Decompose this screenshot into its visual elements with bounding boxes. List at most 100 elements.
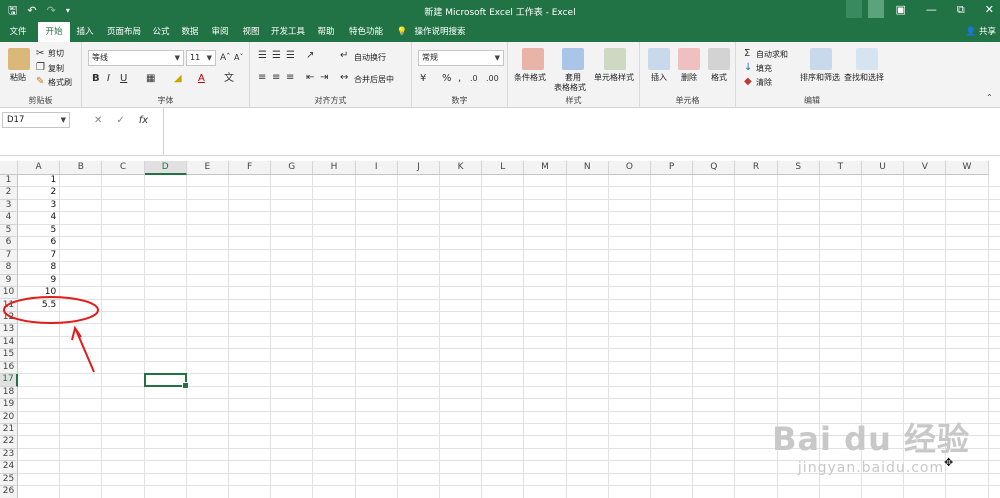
align-left-icon[interactable]: ≡ [258, 72, 266, 84]
row-header-4[interactable]: 4 [0, 212, 18, 225]
decrease-indent-icon[interactable]: ⇤ [306, 72, 314, 84]
column-header-n[interactable]: N [566, 161, 609, 175]
sort-filter-icon[interactable] [810, 48, 832, 70]
column-header-t[interactable]: T [819, 161, 862, 175]
percent-icon[interactable]: % [442, 73, 452, 85]
tab-formulas[interactable]: 公式 [148, 22, 174, 42]
row-header-8[interactable]: 8 [0, 262, 18, 275]
currency-icon[interactable]: ¥ [420, 73, 426, 85]
enter-check-icon[interactable]: ✓ [116, 115, 124, 126]
cell-a9[interactable]: 9 [18, 275, 56, 287]
column-header-b[interactable]: B [60, 161, 103, 175]
format-table-icon[interactable] [562, 48, 584, 70]
comma-style-icon[interactable]: , [458, 73, 461, 85]
row-header-15[interactable]: 15 [0, 349, 18, 362]
paste-button-label[interactable]: 粘贴 [10, 72, 26, 83]
minimize-icon[interactable]: — [926, 3, 937, 17]
row-header-17[interactable]: 17 [0, 374, 18, 387]
row-header-9[interactable]: 9 [0, 274, 18, 288]
italic-icon[interactable]: I [107, 73, 110, 85]
autosum-button[interactable]: 自动求和 [756, 49, 788, 60]
cell-a8[interactable]: 8 [18, 262, 56, 274]
row-header-23[interactable]: 23 [0, 448, 18, 462]
align-top-icon[interactable]: ☰ [258, 50, 267, 62]
row-header-19[interactable]: 19 [0, 399, 18, 412]
cell-styles-button[interactable]: 单元格样式 [594, 72, 634, 83]
tab-help[interactable]: 帮助 [313, 22, 339, 42]
align-right-icon[interactable]: ≡ [286, 72, 294, 84]
bold-icon[interactable]: B [92, 73, 100, 85]
cell-a2[interactable]: 2 [18, 187, 56, 199]
font-color-icon[interactable]: A [198, 73, 205, 85]
number-format-select[interactable]: 常规 ▼ [418, 50, 504, 66]
wrap-text-button[interactable]: 自动换行 [354, 52, 386, 63]
column-header-e[interactable]: E [186, 161, 229, 175]
row-header-3[interactable]: 3 [0, 199, 18, 213]
font-name-select[interactable]: 等线 ▼ [88, 50, 184, 66]
tell-me-search[interactable]: 操作说明搜索 [412, 22, 468, 42]
cancel-icon[interactable]: ✕ [94, 115, 102, 126]
font-size-select[interactable]: 11 ▼ [186, 50, 216, 66]
column-header-k[interactable]: K [440, 161, 483, 175]
column-header-j[interactable]: J [397, 161, 440, 175]
format-cells-button[interactable]: 格式 [711, 72, 727, 83]
close-icon[interactable]: ✕ [985, 3, 994, 17]
tab-developer[interactable]: 开发工具 [268, 22, 308, 42]
align-center-icon[interactable]: ≡ [272, 72, 280, 84]
cell-styles-icon[interactable] [604, 48, 626, 70]
tab-insert[interactable]: 插入 [72, 22, 98, 42]
row-header-22[interactable]: 22 [0, 436, 18, 449]
tab-special-features[interactable]: 特色功能 [344, 22, 388, 42]
delete-cells-icon[interactable] [678, 48, 700, 70]
find-select-button[interactable]: 查找和选择 [844, 72, 884, 83]
underline-icon[interactable]: U [120, 73, 127, 85]
column-header-f[interactable]: F [229, 161, 272, 175]
row-header-16[interactable]: 16 [0, 361, 18, 375]
row-header-21[interactable]: 21 [0, 424, 18, 437]
row-header-10[interactable]: 10 [0, 287, 18, 300]
row-header-7[interactable]: 7 [0, 249, 18, 263]
orientation-icon[interactable]: ↗ [306, 50, 314, 62]
column-header-i[interactable]: I [355, 161, 398, 175]
cell-a6[interactable]: 6 [18, 237, 56, 249]
cut-button[interactable]: 剪切 [48, 48, 64, 59]
tab-data[interactable]: 数据 [177, 22, 203, 42]
cell-a10[interactable]: 10 [18, 287, 56, 299]
insert-cells-icon[interactable] [648, 48, 670, 70]
row-header-6[interactable]: 6 [0, 237, 18, 250]
row-header-26[interactable]: 26 [0, 486, 18, 498]
row-header-11[interactable]: 11 [0, 299, 18, 312]
name-box[interactable]: D17 ▼ [2, 112, 70, 128]
select-all-corner[interactable] [0, 161, 18, 175]
format-painter-button[interactable]: 格式刷 [48, 77, 72, 88]
find-select-icon[interactable] [856, 48, 878, 70]
column-header-g[interactable]: G [271, 161, 314, 175]
restore-icon[interactable]: ⧉ [957, 3, 965, 17]
cell-a11[interactable]: 5.5 [18, 300, 56, 312]
row-header-13[interactable]: 13 [0, 324, 18, 337]
sort-filter-button[interactable]: 排序和筛选 [800, 72, 840, 83]
row-header-25[interactable]: 25 [0, 473, 18, 487]
delete-cells-button[interactable]: 删除 [681, 72, 697, 83]
increase-indent-icon[interactable]: ⇥ [320, 72, 328, 84]
share-button[interactable]: 👤 共享 [966, 22, 996, 42]
cell-a3[interactable]: 3 [18, 200, 56, 212]
column-header-h[interactable]: H [313, 161, 356, 175]
fill-button[interactable]: 填充 [756, 63, 772, 74]
cell-a4[interactable]: 4 [18, 212, 56, 224]
increase-decimal-icon[interactable]: .0 [470, 73, 478, 85]
row-header-14[interactable]: 14 [0, 336, 18, 350]
format-table-button-line2[interactable]: 表格格式 [554, 82, 586, 93]
clear-button[interactable]: 清除 [756, 77, 772, 88]
column-header-r[interactable]: R [735, 161, 778, 175]
column-header-u[interactable]: U [862, 161, 905, 175]
column-header-w[interactable]: W [946, 161, 989, 175]
column-header-l[interactable]: L [482, 161, 525, 175]
cell-a5[interactable]: 5 [18, 225, 56, 237]
insert-function-icon[interactable]: fx [139, 115, 148, 126]
active-cell-d17[interactable] [143, 373, 189, 390]
tab-home[interactable]: 开始 [38, 22, 70, 42]
column-header-a[interactable]: A [18, 161, 61, 175]
increase-font-icon[interactable]: Aˆ [220, 52, 231, 64]
fill-color-icon[interactable]: ◢ [174, 73, 182, 85]
